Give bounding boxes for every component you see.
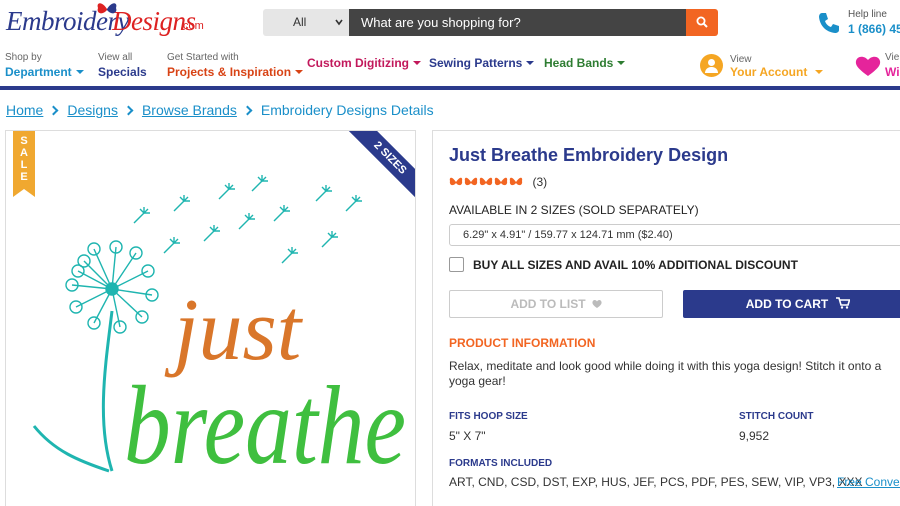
chevron-down-icon: [335, 19, 343, 26]
product-details-panel: Just Breathe Embroidery Design (3) AVAIL…: [432, 130, 900, 506]
nav-custom-digitizing-label: Custom Digitizing: [307, 56, 409, 70]
search-category-select[interactable]: All: [263, 9, 349, 36]
search-input[interactable]: [349, 9, 686, 36]
product-rating[interactable]: (3): [449, 173, 547, 189]
stitch-count-value: 9,952: [739, 429, 770, 443]
site-logo[interactable]: Embroidery Designs .com: [6, 3, 226, 44]
search-button[interactable]: [686, 9, 718, 36]
caret-down-icon: [75, 70, 84, 74]
buy-all-sizes-label: BUY ALL SIZES AND AVAIL 10% ADDITIONAL D…: [473, 258, 798, 272]
search-bar: All: [263, 9, 718, 36]
free-converter-link[interactable]: Free Conver: [837, 475, 900, 489]
nav-sewing-patterns[interactable]: Sewing Patterns: [429, 54, 535, 84]
add-to-list-label: ADD TO LIST: [510, 297, 586, 311]
nav-specials[interactable]: View all Specials: [98, 52, 147, 82]
search-category-value: All: [293, 15, 307, 29]
account-menu[interactable]: View Your Account: [700, 54, 824, 82]
nav-projects-small: Get Started with: [167, 52, 239, 63]
add-to-cart-label: ADD TO CART: [745, 297, 829, 311]
logo-text-domain: .com: [180, 20, 204, 32]
caret-down-icon: [526, 61, 535, 65]
user-avatar-icon: [700, 54, 723, 77]
breadcrumb-browse-brands[interactable]: Browse Brands: [142, 102, 237, 118]
product-title: Just Breathe Embroidery Design: [449, 145, 729, 165]
size-select[interactable]: 6.29" x 4.91" / 159.77 x 124.71 mm ($2.4…: [449, 224, 900, 246]
caret-down-icon: [617, 61, 626, 65]
heart-icon: [855, 56, 881, 76]
wishlist-label: Wis: [885, 65, 900, 79]
help-line-label: Help line: [848, 9, 887, 20]
add-to-list-button[interactable]: ADD TO LIST: [449, 290, 663, 318]
nav-specials-small: View all: [98, 52, 133, 63]
nav-head-bands[interactable]: Head Bands: [544, 54, 626, 84]
account-small: View: [730, 54, 752, 65]
chevron-right-icon: [123, 105, 134, 116]
wishlist-small: Vie: [885, 52, 900, 63]
breadcrumb-home[interactable]: Home: [6, 102, 43, 118]
help-line[interactable]: Help line 1 (866) 451: [816, 8, 900, 38]
hoop-size-label: FITS HOOP SIZE: [449, 411, 528, 422]
hoop-size-value: 5" X 7": [449, 429, 486, 443]
review-count[interactable]: (3): [532, 175, 547, 189]
nav-custom-digitizing[interactable]: Custom Digitizing: [307, 54, 421, 84]
nav-department-small: Shop by: [5, 52, 42, 63]
nav-sewing-patterns-label: Sewing Patterns: [429, 56, 523, 70]
butterfly-star-icon: [479, 177, 493, 185]
butterfly-star-icon: [449, 177, 463, 185]
breadcrumb-current: Embroidery Designs Details: [260, 102, 434, 118]
butterfly-star-icon: [494, 177, 508, 185]
heart-icon: [591, 300, 602, 308]
caret-down-icon: [413, 61, 421, 65]
nav-projects[interactable]: Get Started with Projects & Inspiration: [167, 52, 304, 82]
butterfly-star-icon: [464, 177, 478, 185]
site-header: Embroidery Designs .com All Help line 1 …: [0, 0, 900, 90]
product-image-panel[interactable]: S A L E 2 SIZES just breathe: [5, 130, 416, 506]
chevron-right-icon: [242, 105, 253, 116]
wishlist-link[interactable]: Vie Wis: [855, 52, 900, 82]
phone-icon: [819, 13, 839, 33]
product-description: Relax, meditate and look good while doin…: [449, 359, 882, 388]
nav-department[interactable]: Shop by Department: [5, 52, 84, 82]
nav-projects-label: Projects & Inspiration: [167, 65, 292, 79]
breadcrumb-designs[interactable]: Designs: [67, 102, 118, 118]
cart-icon: [836, 297, 851, 309]
butterfly-star-icon: [509, 177, 523, 185]
nav-head-bands-label: Head Bands: [544, 56, 614, 70]
artwork-word-breathe: breathe: [124, 364, 406, 481]
caret-down-icon: [815, 70, 824, 74]
nav-department-label: Department: [5, 65, 72, 79]
product-embroidery-image[interactable]: just breathe: [24, 171, 414, 481]
buy-all-sizes-checkbox[interactable]: [449, 257, 464, 272]
caret-down-icon: [295, 70, 304, 74]
available-sizes-label: AVAILABLE IN 2 SIZES (SOLD SEPARATELY): [449, 203, 699, 217]
nav-specials-label: Specials: [98, 65, 147, 79]
chevron-right-icon: [48, 105, 59, 116]
search-icon: [696, 16, 708, 28]
formats-label: FORMATS INCLUDED: [449, 458, 553, 469]
account-label: Your Account: [730, 65, 808, 79]
breadcrumb: Home Designs Browse Brands Embroidery Desig…: [6, 102, 434, 120]
help-line-phone: 1 (866) 451: [848, 22, 900, 36]
stitch-count-label: STITCH COUNT: [739, 411, 814, 422]
product-info-heading: PRODUCT INFORMATION: [449, 336, 596, 350]
add-to-cart-button[interactable]: ADD TO CART: [683, 290, 900, 318]
formats-value: ART, CND, CSD, DST, EXP, HUS, JEF, PCS, …: [449, 475, 863, 489]
